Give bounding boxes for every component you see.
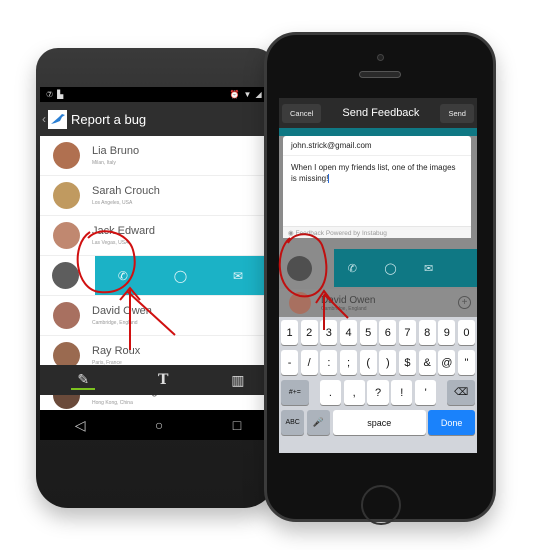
- iphone-annotation: [278, 233, 349, 330]
